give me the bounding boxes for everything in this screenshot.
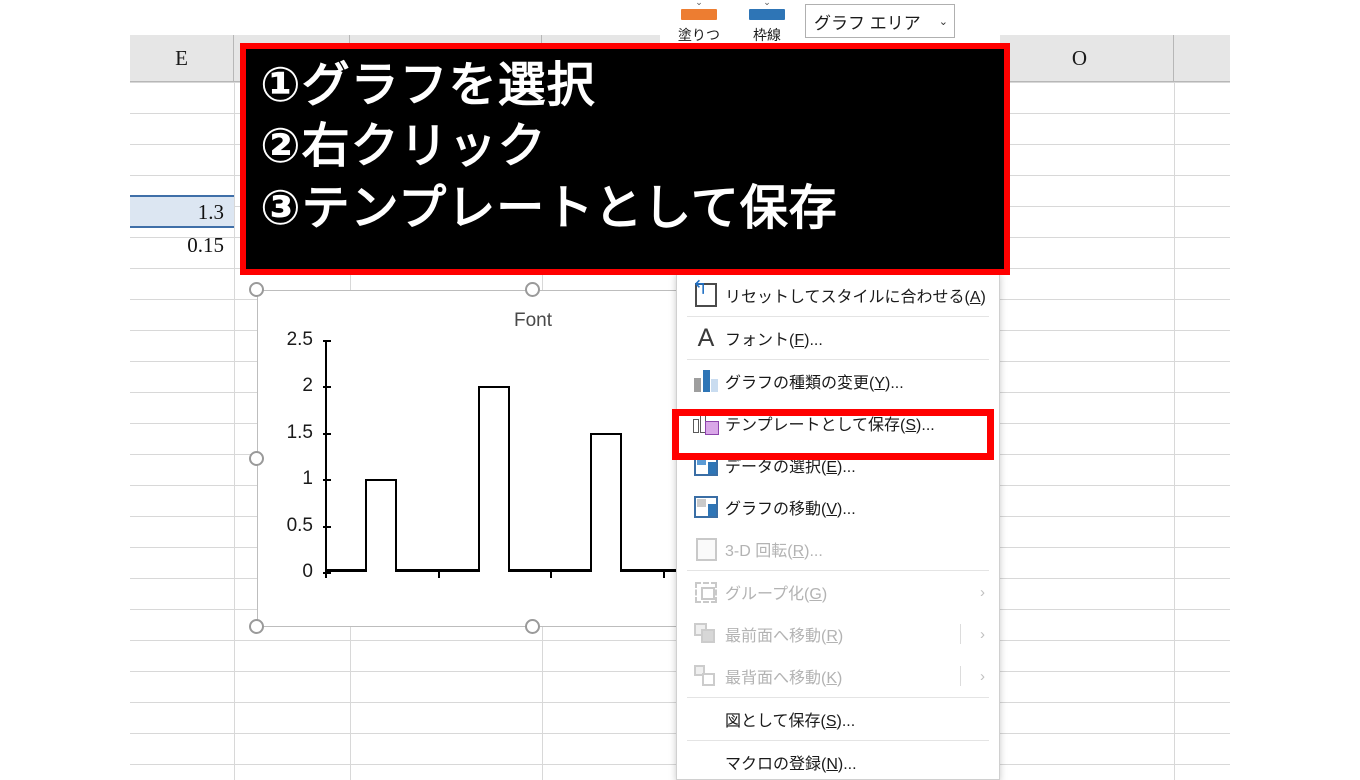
instruction-line: ①グラフを選択 [260,57,596,113]
chevron-right-icon: › [980,667,985,685]
shape-fill-label: 塗りつ [677,27,721,43]
instruction-overlay: ①グラフを選択 ②右クリック ③テンプレートとして保存 [240,43,1010,275]
menu-item: 最前面へ移動(R) › [677,613,999,655]
shape-outline-button[interactable]: ⌄ 枠線 [738,0,796,45]
rotate-3d-icon [687,534,725,564]
group-icon [687,577,725,607]
shape-fill-button[interactable]: ⌄ 塗りつ [670,0,728,45]
move-chart-icon [687,492,725,522]
send-to-back-icon [687,661,725,691]
menu-item-label: データの選択(E)... [725,459,856,476]
menu-item-label: グラフの種類の変更(Y)... [725,375,904,392]
menu-item-label: 図として保存(S)... [725,713,856,730]
y-axis-tick-label: 1 [302,468,313,490]
y-axis-tick-label: 2.5 [286,329,313,350]
shape-outline-label: 枠線 [753,27,781,43]
x-axis-tick [437,572,440,578]
font-icon: A [697,323,715,352]
y-axis-tick-label: 0 [302,561,313,582]
menu-icon-placeholder [687,704,725,734]
menu-icon-placeholder [687,747,725,777]
menu-item[interactable]: A フォント(F)... [677,317,999,359]
instruction-line: ③テンプレートとして保存 [260,179,838,236]
chevron-right-icon: › [980,625,985,643]
menu-item-label: 最前面へ移動(R) [725,628,844,645]
fill-color-swatch [681,9,717,20]
menu-item-label: グラフの移動(V)... [725,501,856,518]
reset-to-match-style-icon [687,277,725,310]
y-axis-tick [323,525,331,528]
grid-vline [1174,82,1175,780]
x-axis-tick [325,572,327,578]
menu-item[interactable]: テンプレートとして保存(S)... [677,402,999,444]
instruction-line: ②右クリック [260,118,547,175]
grid-vline [234,82,235,780]
chart-bar[interactable] [590,432,623,572]
menu-item-label: 3-D 回転(R)... [725,543,823,560]
resize-handle[interactable] [249,450,264,466]
x-axis-tick [662,572,665,578]
resize-handle[interactable] [249,282,264,297]
menu-item-label: リセットしてスタイルに合わせる(A) [725,289,986,306]
resize-handle[interactable] [249,619,264,634]
x-axis-tick [550,572,552,578]
screen-root: ENO 1.30.15 Font 00.511.522.5 ⌄ 塗りつ ⌄ 枠線… [0,0,1360,780]
menu-item-label: マクロの登録(N)... [725,756,857,773]
y-axis-line [325,340,327,572]
bring-to-front-icon [687,619,725,649]
chart-bar[interactable] [477,386,510,572]
resize-handle[interactable] [525,282,540,297]
chevron-down-icon: ⌄ [938,15,948,28]
menu-item[interactable]: グラフの移動(V)... [677,486,999,528]
y-axis-tick [323,386,331,389]
cell-value[interactable]: 1.3 [130,200,234,225]
chevron-down-icon: ⌄ [763,0,771,7]
menu-item-label: 最背面へ移動(K) [725,670,843,687]
chevron-right-icon: › [980,583,985,601]
chart-bar[interactable] [365,479,398,572]
chart-element-select[interactable]: グラフ エリア ⌄ [805,4,955,38]
menu-item-label: テンプレートとして保存(S)... [725,417,935,434]
resize-handle[interactable] [525,619,540,634]
menu-item-label: フォント(F)... [725,332,823,349]
chart-context-menu[interactable]: リセットしてスタイルに合わせる(A) A フォント(F)... グラフの種類の変更(Y… [676,273,1000,780]
column-header-o[interactable]: O [986,35,1174,82]
column-header-e[interactable]: E [130,35,234,82]
y-axis-tick [323,479,331,482]
menu-item[interactable]: リセットしてスタイルに合わせる(A) [677,274,999,316]
menu-item[interactable]: マクロの登録(N)... [677,741,999,779]
chart-format-toolbar: ⌄ 塗りつ ⌄ 枠線 グラフ エリア ⌄ [660,0,1000,45]
menu-item[interactable]: 図として保存(S)... [677,698,999,740]
save-as-template-icon [687,408,725,438]
cell-value[interactable]: 0.15 [130,233,234,258]
select-data-icon [687,450,725,480]
submenu-divider [960,624,961,644]
y-axis-tick-label: 2 [302,375,313,397]
outline-color-swatch [749,9,785,20]
y-axis-tick-label: 1.5 [286,421,313,443]
menu-item[interactable]: グラフの種類の変更(Y)... [677,360,999,402]
menu-item-label: グループ化(G) [725,586,828,603]
menu-item[interactable]: データの選択(E)... [677,444,999,486]
menu-item: 最背面へ移動(K) › [677,655,999,697]
chart-element-select-value: グラフ エリア [814,13,921,33]
submenu-divider [960,666,961,686]
y-axis-tick [323,340,331,342]
change-chart-type-icon [687,366,725,396]
y-axis-tick [323,432,331,435]
menu-item: 3-D 回転(R)... [677,528,999,570]
y-axis-tick-label: 0.5 [286,514,313,536]
menu-item: グループ化(G) › [677,571,999,613]
chevron-down-icon: ⌄ [695,0,703,7]
